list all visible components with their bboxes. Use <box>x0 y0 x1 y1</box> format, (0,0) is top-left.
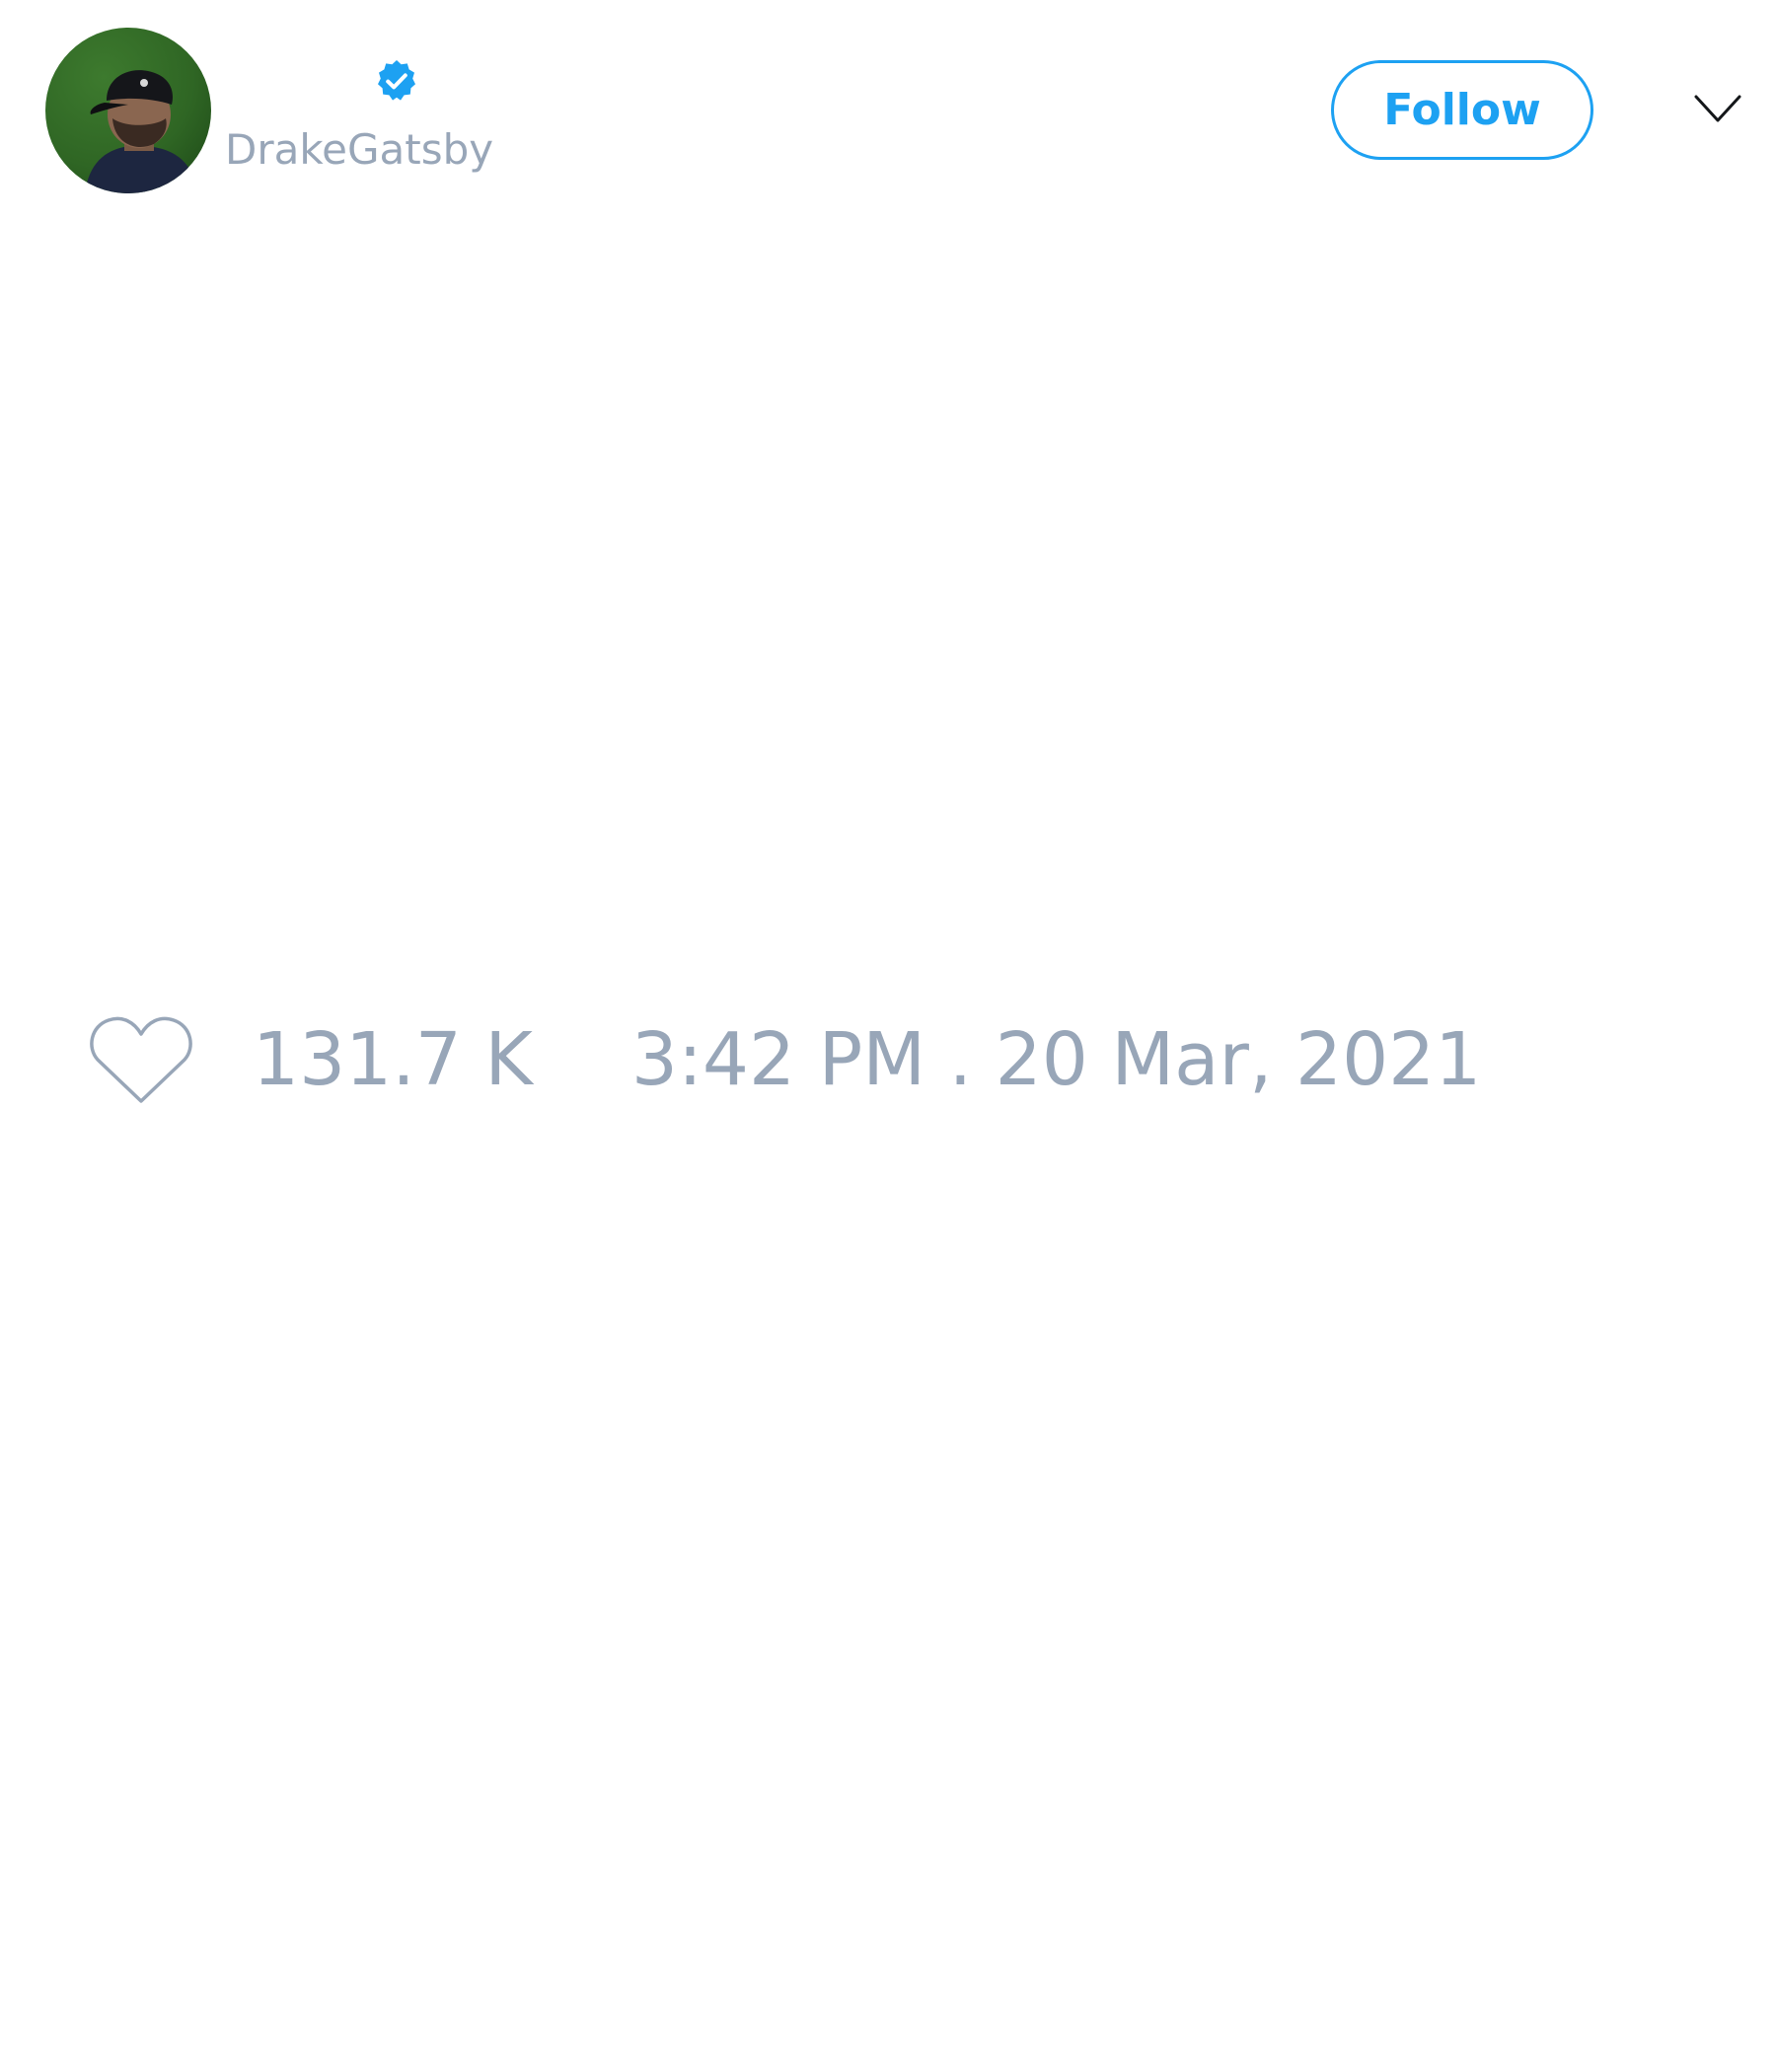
tweet-timestamp[interactable]: 3:42 PM . 20 Mar, 2021 <box>631 1017 1481 1102</box>
tweet-stats: 131.7 K 3:42 PM . 20 Mar, 2021 <box>89 1014 1481 1105</box>
avatar-image <box>45 28 211 193</box>
author-avatar[interactable] <box>45 28 211 193</box>
verified-badge-icon <box>378 60 415 101</box>
heart-outline-icon[interactable] <box>89 1014 193 1105</box>
author-handle[interactable]: DrakeGatsby <box>225 124 493 176</box>
chevron-down-icon[interactable] <box>1693 93 1742 126</box>
tweet-card: DrakeGatsby Follow 131.7 K 3:42 PM . 20 … <box>0 0 1776 2072</box>
like-count: 131.7 K <box>253 1017 533 1102</box>
follow-button[interactable]: Follow <box>1331 60 1593 160</box>
